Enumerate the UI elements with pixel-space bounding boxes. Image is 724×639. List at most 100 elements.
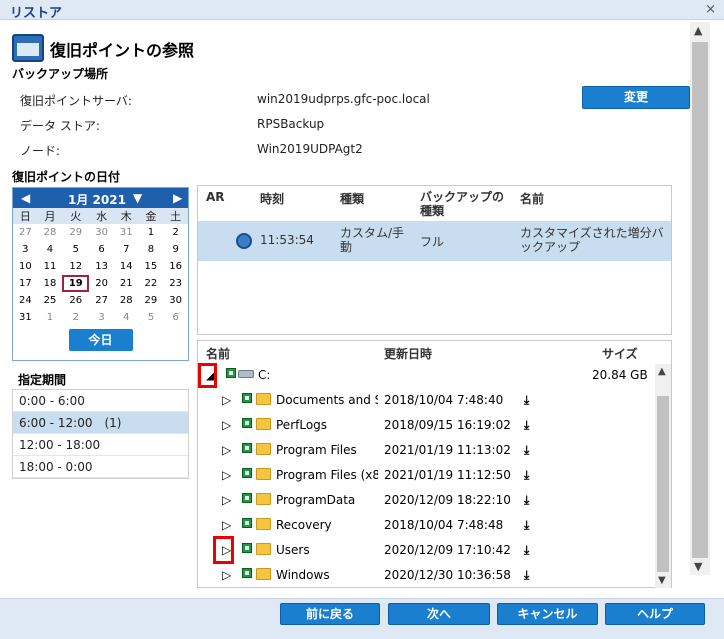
calendar-day[interactable]: 16 [163, 258, 188, 275]
checkbox-icon[interactable] [242, 468, 252, 478]
calendar-day[interactable]: 28 [114, 292, 139, 309]
scroll-down-icon[interactable]: ▼ [694, 560, 702, 573]
expand-icon[interactable]: ▷ [222, 493, 231, 507]
today-button[interactable]: 今日 [68, 329, 133, 351]
calendar-day[interactable]: 1 [38, 309, 63, 326]
checkbox-icon[interactable] [242, 493, 252, 503]
scroll-thumb[interactable] [692, 42, 708, 558]
col-time[interactable]: 時刻 [260, 190, 284, 207]
calendar-day[interactable]: 22 [139, 275, 164, 292]
next-button[interactable]: 次へ [388, 603, 490, 625]
checkbox-icon[interactable] [242, 393, 252, 403]
month-label[interactable]: 1月 2021 [68, 191, 126, 208]
checkbox-icon[interactable] [242, 443, 252, 453]
month-dropdown-icon[interactable]: ▼ [133, 191, 142, 205]
calendar-day[interactable]: 15 [139, 258, 164, 275]
calendar-day[interactable]: 12 [62, 258, 89, 275]
calendar-day[interactable]: 11 [38, 258, 63, 275]
calendar-day[interactable]: 13 [89, 258, 114, 275]
period-item[interactable]: 12:00 - 18:00 [13, 434, 188, 456]
calendar-day[interactable]: 14 [114, 258, 139, 275]
calendar-day[interactable]: 4 [38, 241, 63, 258]
scroll-down-icon[interactable]: ▼ [658, 575, 666, 586]
calendar-day[interactable]: 25 [38, 292, 63, 309]
col-name[interactable]: 名前 [206, 345, 230, 362]
checkbox-icon[interactable] [242, 543, 252, 553]
expand-icon[interactable]: ▷ [222, 393, 231, 407]
col-modified[interactable]: 更新日時 [384, 345, 432, 362]
scroll-up-icon[interactable]: ▲ [694, 24, 702, 37]
calendar-day[interactable]: 29 [62, 224, 89, 241]
expand-icon[interactable]: ▷ [222, 443, 231, 457]
calendar-day[interactable]: 2 [62, 309, 89, 326]
calendar-day[interactable]: 5 [139, 309, 164, 326]
calendar-day[interactable]: 24 [13, 292, 38, 309]
calendar-day[interactable]: 10 [13, 258, 38, 275]
calendar-day[interactable]: 9 [163, 241, 188, 258]
calendar-day[interactable]: 8 [139, 241, 164, 258]
period-item[interactable]: 0:00 - 6:00 [13, 390, 188, 412]
download-icon[interactable]: ⤓ [524, 443, 538, 457]
tree-row[interactable]: ▷ Recovery 2018/10/04 7:48:48 ⤓ [198, 513, 653, 538]
next-month-icon[interactable]: ▶ [173, 191, 182, 205]
calendar-day[interactable]: 2 [163, 224, 188, 241]
calendar-day[interactable]: 3 [89, 309, 114, 326]
expand-icon[interactable]: ▷ [222, 568, 231, 582]
calendar-day[interactable]: 27 [13, 224, 38, 241]
calendar-day[interactable]: 6 [163, 309, 188, 326]
calendar-day[interactable]: 20 [89, 275, 114, 292]
download-icon[interactable]: ⤓ [524, 543, 538, 557]
checkbox-icon[interactable] [242, 418, 252, 428]
download-icon[interactable]: ⤓ [524, 518, 538, 532]
change-button[interactable]: 変更 [582, 86, 690, 109]
calendar-day[interactable]: 7 [114, 241, 139, 258]
calendar-day[interactable]: 26 [62, 292, 89, 309]
expand-icon[interactable]: ▷ [222, 518, 231, 532]
download-icon[interactable]: ⤓ [524, 393, 538, 407]
tree-row[interactable]: ▷ Windows 2020/12/30 10:36:58 ⤓ [198, 563, 653, 587]
calendar-day[interactable]: 31 [13, 309, 38, 326]
period-item[interactable]: 18:00 - 0:00 [13, 456, 188, 478]
tree-row[interactable]: ▷ Program Files 2021/01/19 11:13:02 ⤓ [198, 438, 653, 463]
tree-row[interactable]: ▷ Program Files (x86 2021/01/19 11:12:50 ⤓ [198, 463, 653, 488]
table-row[interactable]: 11:53:54 カスタム/手動 フル カスタマイズされた増分バックアップ [198, 221, 671, 261]
calendar-day[interactable]: 27 [89, 292, 114, 309]
download-icon[interactable]: ⤓ [524, 493, 538, 507]
close-icon[interactable]: × [705, 2, 716, 17]
col-size[interactable]: サイズ [602, 345, 638, 362]
tree-row[interactable]: ▷ Users 2020/12/09 17:10:42 ⤓ [198, 538, 653, 563]
download-icon[interactable]: ⤓ [524, 468, 538, 482]
calendar-day[interactable]: 19 [62, 275, 90, 292]
checkbox-icon[interactable] [226, 368, 236, 378]
calendar-day[interactable]: 23 [163, 275, 188, 292]
col-backup-type[interactable]: バックアップの種類 [420, 190, 510, 218]
tree-row[interactable]: ▷ PerfLogs 2018/09/15 16:19:02 ⤓ [198, 413, 653, 438]
drive-row[interactable]: ◢ C: 20.84 GB [198, 363, 653, 388]
calendar-day[interactable]: 18 [38, 275, 63, 292]
calendar-day[interactable]: 17 [13, 275, 38, 292]
period-item[interactable]: 6:00 - 12:00 (1) [13, 412, 188, 434]
scroll-thumb[interactable] [657, 396, 669, 572]
calendar-day[interactable]: 1 [139, 224, 164, 241]
calendar-day[interactable]: 4 [114, 309, 139, 326]
expand-icon[interactable]: ▷ [222, 418, 231, 432]
expand-icon[interactable]: ▷ [222, 468, 231, 482]
col-type[interactable]: 種類 [340, 190, 364, 207]
back-button[interactable]: 前に戻る [280, 603, 380, 625]
calendar-day[interactable]: 6 [89, 241, 114, 258]
cancel-button[interactable]: キャンセル [497, 603, 598, 625]
tree-scrollbar[interactable]: ▲ ▼ [655, 364, 671, 588]
col-ar[interactable]: AR [206, 190, 225, 204]
checkbox-icon[interactable] [242, 568, 252, 578]
calendar-day[interactable]: 5 [62, 241, 89, 258]
download-icon[interactable]: ⤓ [524, 568, 538, 582]
tree-row[interactable]: ▷ ProgramData 2020/12/09 18:22:10 ⤓ [198, 488, 653, 513]
calendar-day[interactable]: 30 [89, 224, 114, 241]
calendar-day[interactable]: 31 [114, 224, 139, 241]
checkbox-icon[interactable] [242, 518, 252, 528]
download-icon[interactable]: ⤓ [524, 418, 538, 432]
tree-row[interactable]: ▷ Documents and Se 2018/10/04 7:48:40 ⤓ [198, 388, 653, 413]
calendar-day[interactable]: 3 [13, 241, 38, 258]
calendar-day[interactable]: 21 [114, 275, 139, 292]
col-name[interactable]: 名前 [520, 190, 544, 207]
